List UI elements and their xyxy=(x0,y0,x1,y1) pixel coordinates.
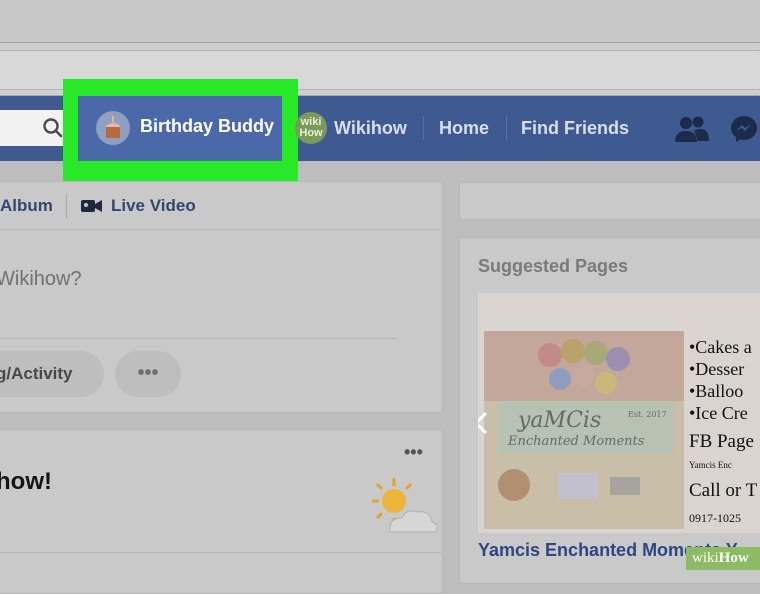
browser-tab-strip xyxy=(0,0,760,43)
composer-divider-line xyxy=(0,229,441,230)
page-avatar[interactable]: wiki How xyxy=(295,112,327,144)
ad-bullet: •Desser xyxy=(689,359,744,379)
ad-phone: 0917-1025 xyxy=(689,511,741,525)
sun-cloud-icon xyxy=(364,474,440,534)
friends-icon[interactable] xyxy=(674,114,710,144)
suggested-page-image[interactable]: yaMCis Est. 2017 Enchanted Moments •Cake… xyxy=(478,293,760,533)
profile-name[interactable]: Birthday Buddy xyxy=(140,116,274,137)
right-panel-top xyxy=(459,182,760,220)
video-camera-icon[interactable] xyxy=(81,198,103,214)
page-avatar-text-bottom: How xyxy=(299,127,323,139)
post-card xyxy=(0,552,443,594)
ad-bullet: •Balloo xyxy=(689,381,743,401)
nav-divider xyxy=(423,116,424,140)
find-friends-link[interactable]: Find Friends xyxy=(521,118,629,139)
nav-divider xyxy=(506,116,507,140)
status-input[interactable]: Wikihow? xyxy=(0,268,82,291)
ad-logo-text: yaMCis xyxy=(517,408,601,433)
feeling-activity-label: g/Activity xyxy=(0,364,73,383)
composer-divider-line xyxy=(0,338,397,339)
composer-more-button[interactable]: ••• xyxy=(115,351,181,397)
wikihow-watermark: wikiHow xyxy=(686,547,760,570)
search-icon[interactable] xyxy=(41,116,65,140)
ad-fb-page: FB Page xyxy=(689,431,754,452)
ad-bullet: •Ice Cre xyxy=(689,403,748,423)
ad-logo-est: Est. 2017 xyxy=(628,410,667,419)
home-link[interactable]: Home xyxy=(439,118,489,139)
ad-small-line: Yamcis Enc xyxy=(689,460,732,470)
photo-album-button[interactable]: Album xyxy=(0,196,53,216)
page-link[interactable]: Wikihow xyxy=(334,118,407,139)
composer-divider xyxy=(66,194,67,218)
ad-bullet: •Cakes a xyxy=(689,337,752,357)
post-options-button[interactable]: ••• xyxy=(404,442,423,463)
post-text: how! xyxy=(0,468,52,495)
suggested-pages-title: Suggested Pages xyxy=(478,256,629,276)
ad-logo-subtext: Enchanted Moments xyxy=(507,434,645,449)
messenger-icon[interactable] xyxy=(728,113,760,145)
ad-call: Call or T xyxy=(689,480,758,501)
live-video-button[interactable]: Live Video xyxy=(111,196,196,216)
watermark-bold: How xyxy=(718,550,749,566)
watermark-light: wiki xyxy=(692,550,719,566)
profile-avatar[interactable] xyxy=(96,111,130,145)
